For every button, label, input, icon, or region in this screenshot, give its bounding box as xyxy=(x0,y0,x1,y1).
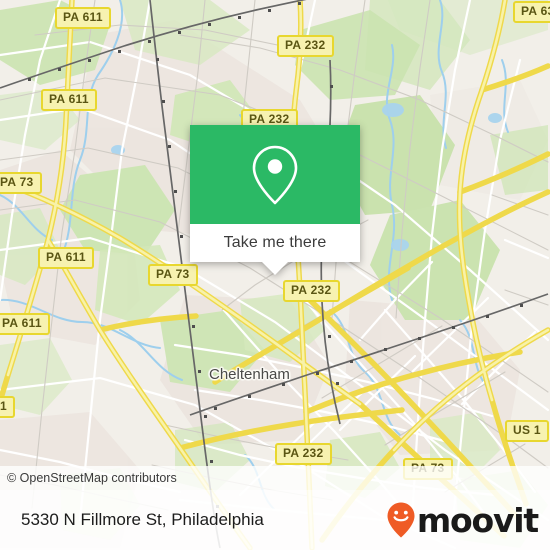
address-label: 5330 N Fillmore St, Philadelphia xyxy=(21,510,264,529)
road-shield[interactable]: PA 73 xyxy=(0,172,42,194)
road-shield[interactable]: PA 232 xyxy=(275,443,332,465)
popup-cta-panel[interactable]: Take me there xyxy=(190,224,360,275)
road-shield[interactable]: PA 611 xyxy=(0,313,50,335)
location-popup[interactable]: Take me there xyxy=(190,125,360,275)
moovit-smiley-pin-icon xyxy=(387,502,415,538)
road-shield[interactable]: PA 63 xyxy=(513,1,550,23)
road-shield[interactable]: PA 611 xyxy=(55,7,111,29)
popup-pointer xyxy=(262,262,288,275)
map-pin-icon xyxy=(252,145,298,204)
footer-bar: 5330 N Fillmore St, Philadelphia moovit xyxy=(0,490,550,550)
road-shield[interactable]: PA 73 xyxy=(148,264,198,286)
popup-pin-panel xyxy=(190,125,360,224)
moovit-wordmark: moovit xyxy=(416,500,539,540)
road-shield[interactable]: 1 xyxy=(0,396,15,418)
map-attribution-bar: © OpenStreetMap contributors xyxy=(0,466,550,490)
road-shield[interactable]: PA 232 xyxy=(283,280,340,302)
osm-attribution-text[interactable]: © OpenStreetMap contributors xyxy=(0,471,177,485)
road-shield[interactable]: PA 232 xyxy=(277,35,334,57)
road-shield[interactable]: PA 611 xyxy=(38,247,94,269)
place-label-cheltenham: Cheltenham xyxy=(209,366,290,383)
moovit-brand[interactable]: moovit xyxy=(386,501,550,539)
road-shield[interactable]: PA 611 xyxy=(41,89,97,111)
take-me-there-label: Take me there xyxy=(223,234,327,251)
map-screenshot-root: Cheltenham PA 611 PA 232 PA 63 PA 611 PA… xyxy=(0,0,550,550)
road-shield[interactable]: US 1 xyxy=(505,420,549,442)
